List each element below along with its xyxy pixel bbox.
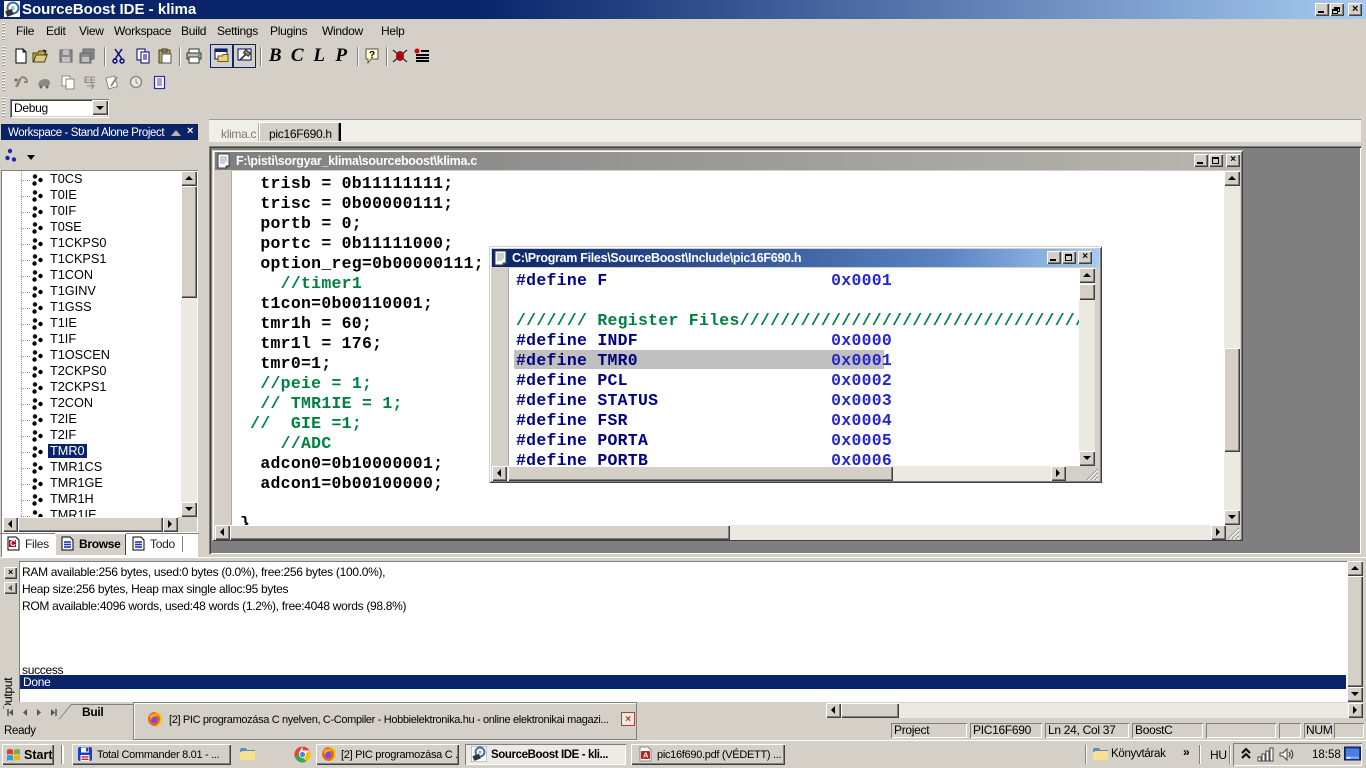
- svg-text:EE: EE: [84, 75, 96, 85]
- svg-text:A: A: [643, 751, 649, 760]
- svg-text:?: ?: [369, 50, 375, 61]
- svg-text:C: C: [10, 539, 16, 548]
